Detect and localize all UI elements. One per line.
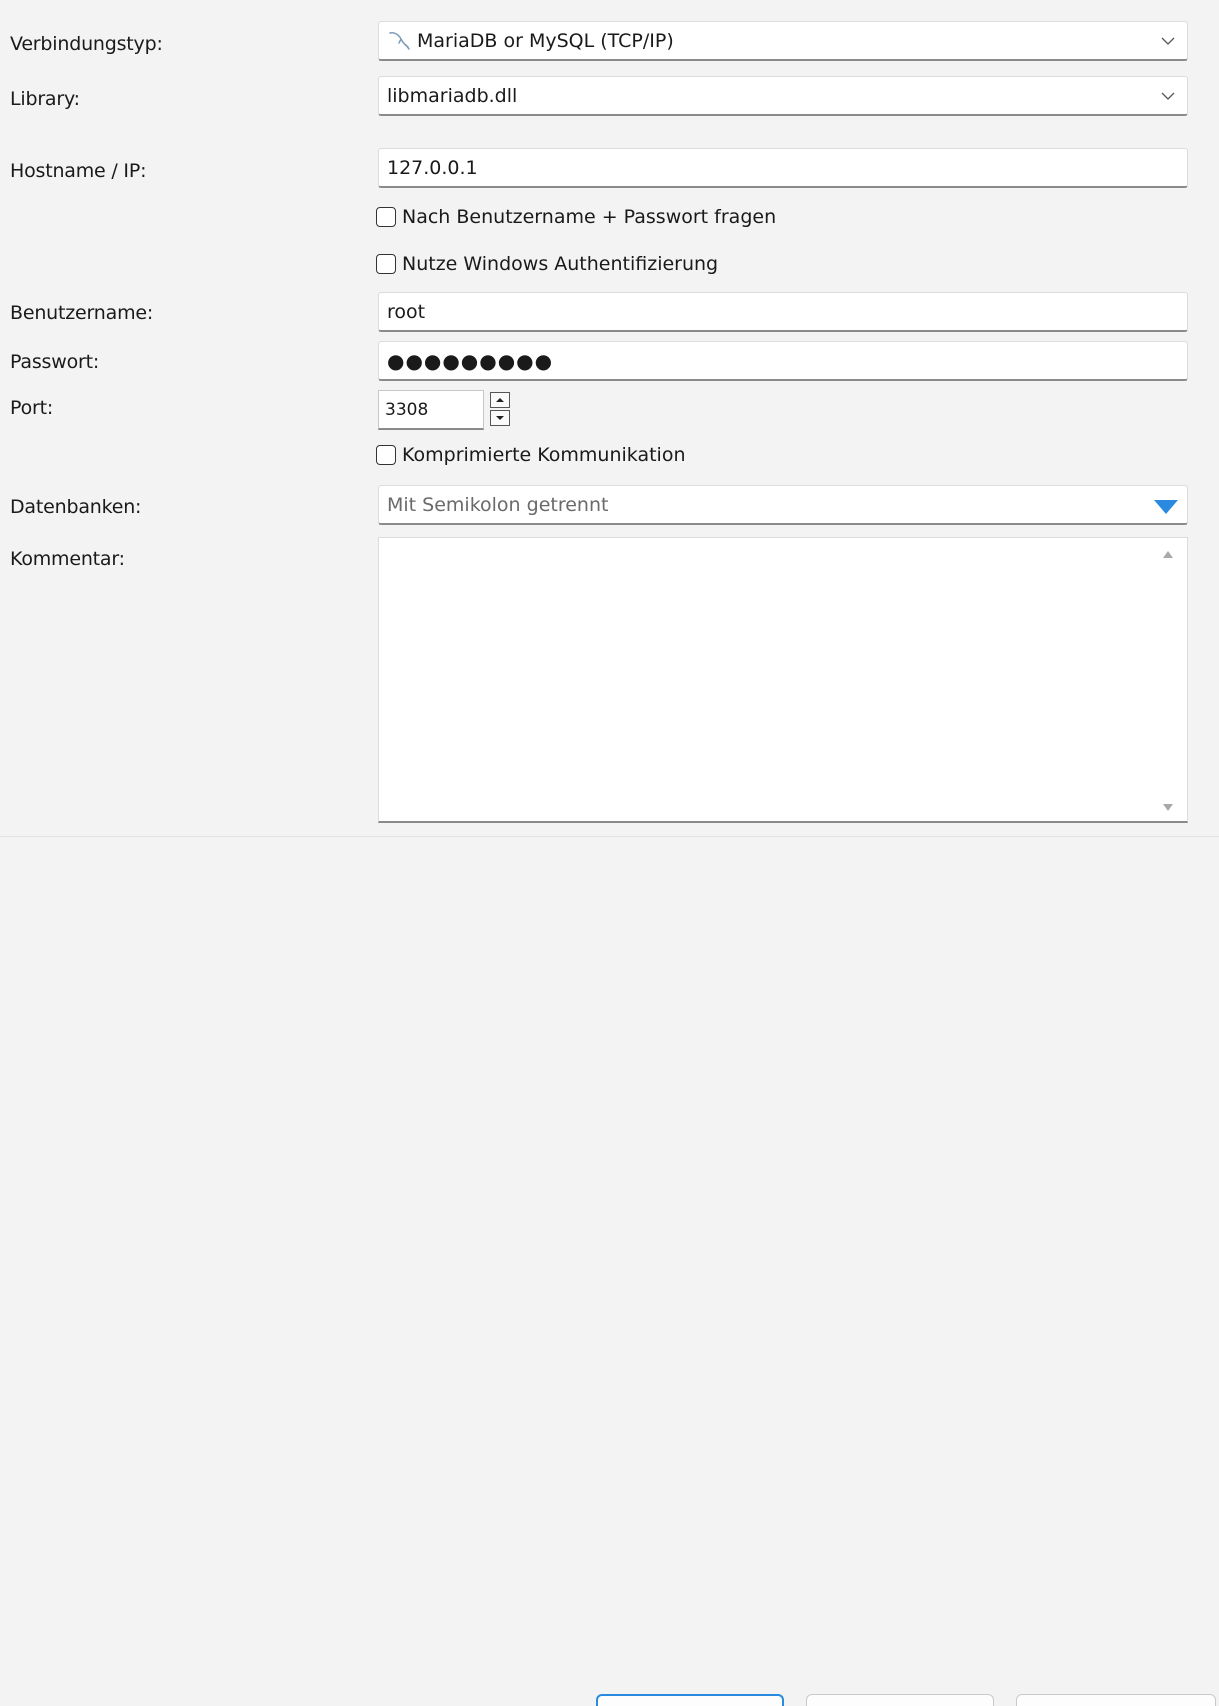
comment-textarea[interactable] bbox=[378, 537, 1188, 823]
port-label: Port: bbox=[10, 397, 54, 419]
comment-scrollbar[interactable] bbox=[1157, 546, 1179, 816]
checkbox-box[interactable] bbox=[376, 207, 396, 227]
password-label: Passwort: bbox=[10, 351, 100, 373]
dropdown-arrow-icon[interactable] bbox=[1153, 499, 1179, 515]
chevron-down-icon bbox=[1161, 37, 1175, 45]
password-value: ●●●●●●●●● bbox=[387, 348, 554, 373]
connection-settings-panel: Verbindungstyp: MariaDB or MySQL (TCP/IP… bbox=[0, 0, 1219, 836]
username-label: Benutzername: bbox=[10, 302, 154, 324]
chevron-down-icon bbox=[1161, 92, 1175, 100]
primary-button[interactable] bbox=[596, 1694, 784, 1706]
connection-type-value: MariaDB or MySQL (TCP/IP) bbox=[417, 29, 674, 52]
databases-placeholder: Mit Semikolon getrennt bbox=[387, 493, 609, 516]
comment-label: Kommentar: bbox=[10, 548, 125, 570]
compressed-checkbox[interactable]: Komprimierte Kommunikation bbox=[376, 444, 686, 466]
port-decrement-button[interactable] bbox=[490, 410, 510, 426]
scroll-down-icon[interactable] bbox=[1162, 803, 1174, 812]
databases-label: Datenbanken: bbox=[10, 496, 142, 518]
scroll-up-icon[interactable] bbox=[1162, 550, 1174, 559]
checkbox-box[interactable] bbox=[376, 445, 396, 465]
library-select[interactable]: libmariadb.dll bbox=[378, 76, 1188, 116]
connection-type-select[interactable]: MariaDB or MySQL (TCP/IP) bbox=[378, 21, 1188, 61]
password-input[interactable]: ●●●●●●●●● bbox=[378, 341, 1188, 381]
username-value: root bbox=[387, 300, 426, 323]
port-increment-button[interactable] bbox=[490, 392, 510, 408]
checkbox-box[interactable] bbox=[376, 254, 396, 274]
library-value: libmariadb.dll bbox=[387, 84, 518, 107]
hostname-value: 127.0.0.1 bbox=[387, 156, 478, 179]
connection-type-label: Verbindungstyp: bbox=[10, 33, 163, 55]
ask-credentials-checkbox[interactable]: Nach Benutzername + Passwort fragen bbox=[376, 206, 776, 228]
port-input[interactable]: 3308 bbox=[378, 390, 484, 430]
secondary-button[interactable] bbox=[806, 1694, 994, 1706]
dialog-button-bar bbox=[0, 836, 1219, 1706]
databases-input[interactable]: Mit Semikolon getrennt bbox=[378, 485, 1188, 525]
dolphin-icon bbox=[389, 31, 410, 50]
username-input[interactable]: root bbox=[378, 292, 1188, 332]
windows-auth-label: Nutze Windows Authentifizierung bbox=[402, 253, 719, 275]
library-label: Library: bbox=[10, 88, 80, 110]
ask-credentials-label: Nach Benutzername + Passwort fragen bbox=[402, 206, 777, 228]
port-value: 3308 bbox=[385, 399, 429, 420]
compressed-label: Komprimierte Kommunikation bbox=[402, 444, 686, 466]
arrow-up-icon bbox=[496, 398, 504, 402]
tertiary-button[interactable] bbox=[1016, 1694, 1216, 1706]
hostname-input[interactable]: 127.0.0.1 bbox=[378, 148, 1188, 188]
windows-auth-checkbox[interactable]: Nutze Windows Authentifizierung bbox=[376, 253, 718, 275]
arrow-down-icon bbox=[496, 416, 504, 420]
hostname-label: Hostname / IP: bbox=[10, 160, 147, 182]
